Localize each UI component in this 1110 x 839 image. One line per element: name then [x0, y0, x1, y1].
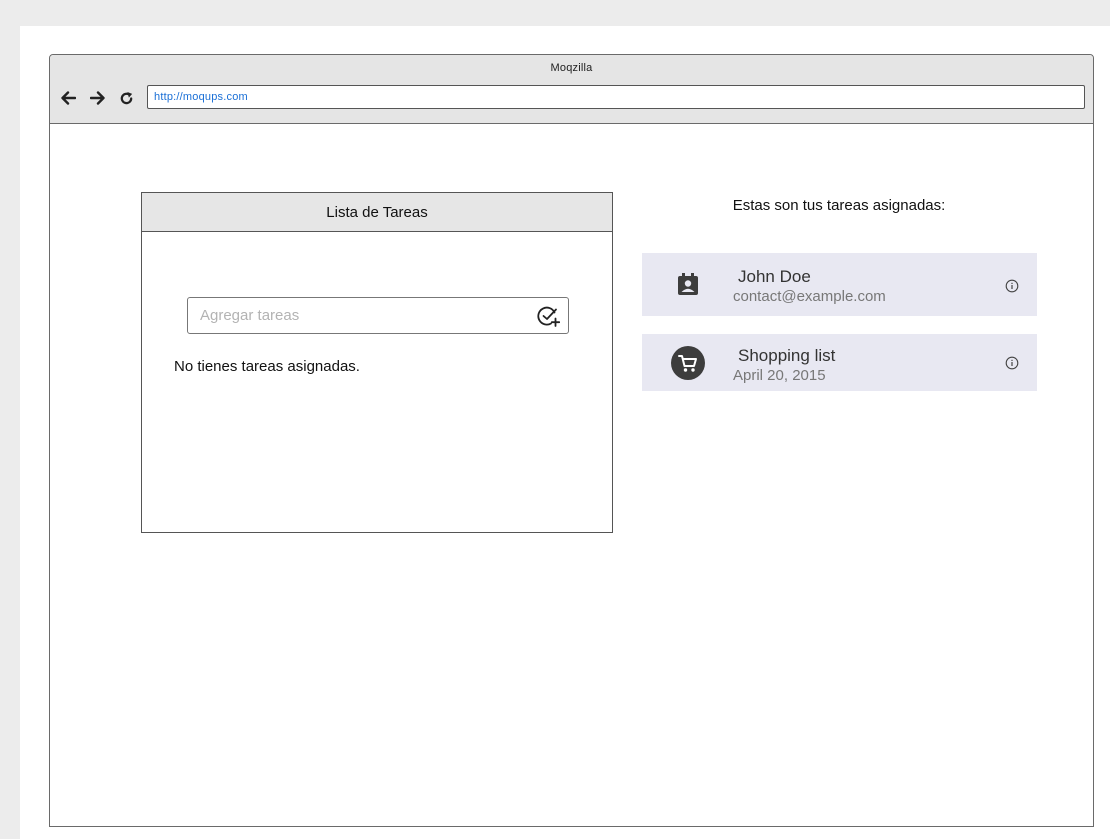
list-item[interactable]: Shopping list April 20, 2015	[642, 334, 1037, 391]
empty-task-message: No tienes tareas asignadas.	[174, 358, 360, 375]
url-bar[interactable]: http://moqups.com	[147, 85, 1085, 109]
forward-button[interactable]	[88, 88, 108, 108]
reload-icon	[120, 91, 132, 104]
reload-button[interactable]	[116, 88, 136, 108]
list-item-subtitle: April 20, 2015	[733, 367, 826, 384]
add-task-icon[interactable]	[536, 304, 560, 328]
info-icon[interactable]	[1005, 279, 1019, 293]
window-title: Moqzilla	[550, 62, 593, 74]
back-button[interactable]	[58, 88, 78, 108]
list-item-subtitle: contact@example.com	[733, 288, 886, 305]
contact-badge-icon	[678, 273, 698, 295]
list-item[interactable]: John Doe contact@example.com	[642, 253, 1037, 316]
shopping-cart-icon	[671, 346, 705, 380]
arrow-left-icon	[61, 91, 76, 105]
assigned-heading: Estas son tus tareas asignadas:	[732, 197, 946, 214]
panel-title: Lista de Tareas	[142, 193, 612, 232]
list-item-title: John Doe	[738, 267, 811, 286]
task-input-container[interactable]	[187, 297, 569, 334]
browser-titlebar: Moqzilla http://moqups.com	[50, 55, 1093, 124]
list-item-title: Shopping list	[738, 346, 836, 365]
task-list-panel: Lista de Tareas No tienes tareas asignad…	[141, 192, 613, 533]
arrow-right-icon	[90, 91, 105, 105]
info-icon[interactable]	[1005, 356, 1019, 370]
task-input[interactable]	[188, 298, 518, 333]
